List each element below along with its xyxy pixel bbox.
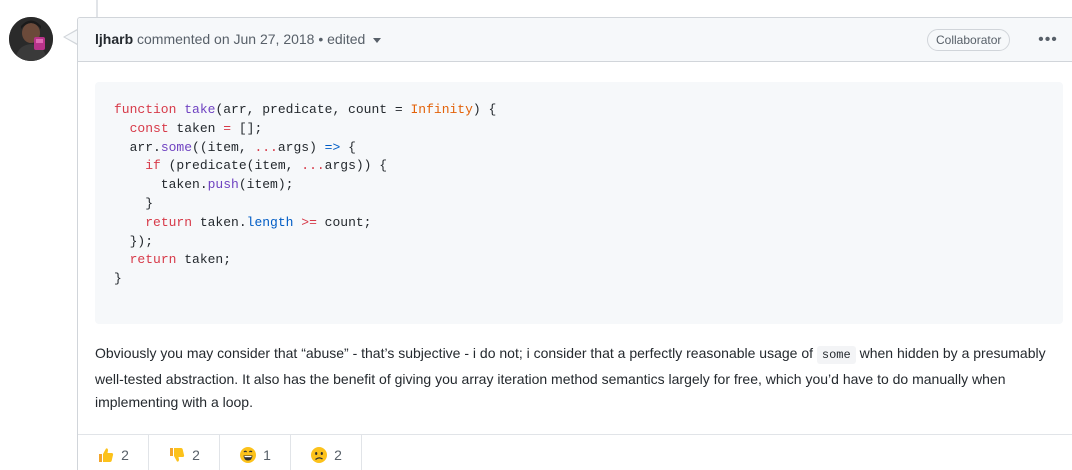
code-token-plain: } <box>114 195 154 211</box>
comment-body: Obviously you may consider that “abuse” … <box>95 342 1070 415</box>
code-token-plain: taken <box>168 120 224 136</box>
comment-timestamp[interactable]: commented on Jun 27, 2018 • edited <box>133 31 365 47</box>
code-token-plain: }); <box>114 233 154 249</box>
code-token-keyword: ... <box>254 139 278 155</box>
code-token-keyword: ... <box>301 158 325 174</box>
code-line: const taken = []; <box>114 120 1063 139</box>
code-token-plain: args) <box>277 139 325 155</box>
comment-header: ljharb commented on Jun 27, 2018 • edite… <box>78 18 1072 62</box>
code-token-property: length <box>246 214 294 230</box>
code-token-plain: } <box>114 271 122 287</box>
code-line: return taken; <box>114 251 1063 270</box>
laugh-icon <box>240 446 257 463</box>
collaborator-badge: Collaborator <box>927 29 1011 51</box>
inline-code: some <box>816 346 856 364</box>
code-token-plain: taken; <box>176 252 232 268</box>
avatar-image <box>9 17 53 61</box>
reaction-laugh[interactable]: 1 <box>220 435 291 470</box>
code-token-plain: []; <box>231 120 263 136</box>
thumbs-up-icon <box>99 447 114 462</box>
code-line: } <box>114 195 1063 214</box>
code-line: if (predicate(item, ...args)) { <box>114 157 1063 176</box>
code-line: arr.some((item, ...args) => { <box>114 139 1063 158</box>
code-line: taken.push(item); <box>114 176 1063 195</box>
thumbs-down-icon <box>170 447 185 462</box>
code-token-keyword: if <box>145 158 161 174</box>
code-token-function: take <box>184 102 216 117</box>
confused-icon <box>311 446 328 463</box>
code-token-plain: ) { <box>472 102 497 117</box>
code-token-plain: args)) { <box>324 158 388 174</box>
comment-text-1: Obviously you may consider that “abuse” … <box>95 345 817 361</box>
code-token-property: => <box>324 139 341 155</box>
reaction-count: 2 <box>121 446 129 463</box>
code-token-plain: (predicate(item, <box>160 158 302 174</box>
reaction-count: 2 <box>334 446 342 463</box>
code-line: function take(arr, predicate, count = In… <box>114 101 1063 120</box>
code-token-plain: taken. <box>192 214 247 230</box>
code-token-plain: (arr, predicate, count = <box>215 102 411 117</box>
code-token-keyword: >= <box>301 214 317 230</box>
code-token-plain: arr. <box>114 139 161 155</box>
code-token-keyword: function <box>114 102 185 117</box>
code-token-plain: count; <box>316 214 372 230</box>
timeline-line <box>96 0 98 18</box>
code-token-plain: ((item, <box>192 139 255 155</box>
comment-meta: ljharb commented on Jun 27, 2018 • edite… <box>95 31 382 47</box>
code-token-plain: taken. <box>114 177 208 193</box>
edited-dropdown-icon[interactable] <box>373 37 382 43</box>
reactions-bar: 2 2 1 2 <box>78 434 1072 470</box>
code-token-keyword: = <box>223 120 232 136</box>
code-token-plain: { <box>340 139 356 155</box>
comment-thread: ljharb commented on Jun 27, 2018 • edite… <box>0 0 1072 470</box>
reaction-count: 2 <box>192 446 200 463</box>
reaction-confused[interactable]: 2 <box>291 435 362 470</box>
code-token-constant: Infinity <box>410 102 473 117</box>
code-token-function: push <box>207 177 239 193</box>
comment-box: ljharb commented on Jun 27, 2018 • edite… <box>77 17 1072 470</box>
code-line: }); <box>114 233 1063 252</box>
code-token-keyword: return <box>145 214 193 230</box>
code-token-plain: (item); <box>238 177 294 193</box>
reaction-thumbs-up[interactable]: 2 <box>78 435 149 470</box>
code-token-keyword: return <box>129 252 177 268</box>
reaction-count: 1 <box>263 446 271 463</box>
reaction-thumbs-down[interactable]: 2 <box>149 435 220 470</box>
kebab-horizontal-icon[interactable]: ••• <box>1035 30 1061 50</box>
code-token-function: some <box>160 139 193 155</box>
code-line: return taken.length >= count; <box>114 214 1063 233</box>
code-token-keyword: const <box>129 120 169 136</box>
code-block: function take(arr, predicate, count = In… <box>95 82 1063 324</box>
avatar[interactable] <box>9 17 53 61</box>
code-line: } <box>114 270 1063 289</box>
author-link[interactable]: ljharb <box>95 31 133 47</box>
